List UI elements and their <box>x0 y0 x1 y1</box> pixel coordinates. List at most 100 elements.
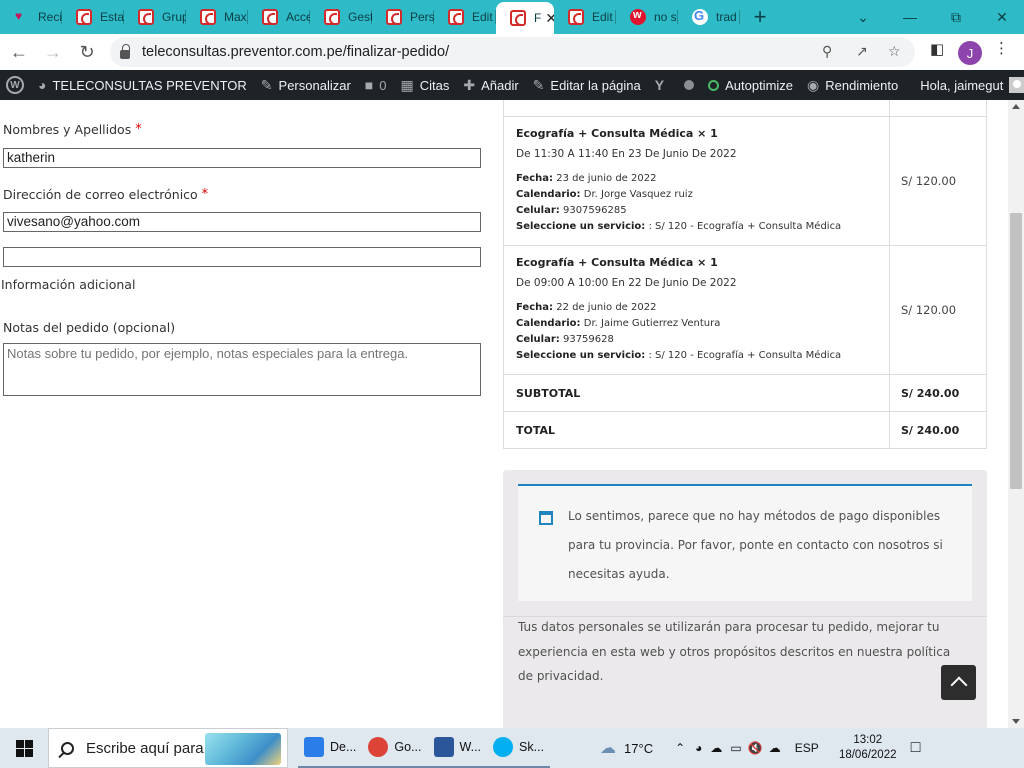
preventor-icon <box>510 10 526 26</box>
total-label: TOTAL <box>504 412 890 448</box>
meet-icon[interactable]: ◕ <box>695 741 702 755</box>
close-tab-icon[interactable]: ✕ <box>545 10 554 27</box>
browser-tab[interactable]: F ✕ <box>496 2 554 34</box>
search-icon <box>61 741 74 755</box>
taskbar-app[interactable]: Sk... <box>487 728 551 768</box>
chevron-up-icon[interactable]: ⌃ <box>675 741 685 755</box>
download-icon <box>304 737 324 757</box>
email-input[interactable]: vivesano@yahoo.com <box>3 212 481 232</box>
profile-avatar[interactable]: J <box>958 41 982 65</box>
wp-appointments[interactable]: ▦ Citas <box>394 70 457 100</box>
wp-autoptimize[interactable]: Autoptimize <box>701 70 800 100</box>
taskbar-clock[interactable]: 13:02 18/06/2022 <box>833 733 903 763</box>
taskbar-app-label: Sk... <box>519 740 545 754</box>
wp-site-name-label: TELECONSULTAS PREVENTOR <box>52 77 247 93</box>
taskbar-app[interactable]: De... <box>298 728 363 768</box>
email-label: Dirección de correo electrónico * <box>3 187 208 202</box>
side-panel-icon[interactable]: ◧ <box>930 40 944 58</box>
url-omnibox[interactable]: teleconsultas.preventor.com.pe/finalizar… <box>110 37 915 67</box>
clock-time: 13:02 <box>853 734 883 746</box>
wp-comments-count: 0 <box>379 77 387 93</box>
privacy-text: Tus datos personales se utilizarán para … <box>518 620 951 683</box>
taskbar-app[interactable]: W... <box>427 728 488 768</box>
wp-logo-menu[interactable]: W <box>0 70 31 100</box>
info-window-icon <box>539 511 553 525</box>
browser-tab-label: Acce <box>286 10 310 24</box>
wp-performance-label: Rendimiento <box>825 77 899 93</box>
taskbar-apps: De... Go... W... Sk... <box>298 728 551 768</box>
search-highlight-image <box>205 733 281 765</box>
browser-tab[interactable]: Edit <box>434 0 496 34</box>
scrollbar-thumb[interactable] <box>1010 213 1022 489</box>
zoom-icon[interactable]: ⚲ <box>822 43 832 60</box>
laptop-icon[interactable]: ▭ <box>730 741 741 755</box>
name-label: Nombres y Apellidos * <box>3 122 142 137</box>
wp-edit-page[interactable]: ✎ Editar la página <box>526 70 648 100</box>
browser-tab-label: Max <box>224 10 247 24</box>
wp-account[interactable]: Hola, jaimegut <box>913 70 1024 100</box>
start-button[interactable] <box>0 728 48 768</box>
scroll-up-icon[interactable] <box>1012 104 1020 109</box>
taskbar-search[interactable]: Escribe aquí para buscar <box>48 728 288 768</box>
wp-customize[interactable]: ✎ Personalizar <box>254 70 358 100</box>
wp-performance[interactable]: ◉ Rendimiento <box>800 70 905 100</box>
notifications-icon[interactable]: □ <box>911 739 921 757</box>
additional-info-title: Información adicional <box>1 277 136 292</box>
language-indicator[interactable]: ESP <box>795 741 819 755</box>
back-icon[interactable]: ← <box>4 37 34 67</box>
browser-tab[interactable]: Grup <box>124 0 186 34</box>
onedrive-cloud-icon[interactable]: ☁ <box>710 741 722 755</box>
wp-add-new[interactable]: ✚ Añadir <box>456 70 525 100</box>
browser-tab[interactable]: Pers <box>372 0 434 34</box>
wp-site-name[interactable]: ◕ TELECONSULTAS PREVENTOR <box>31 70 254 100</box>
weather-cloud-icon[interactable]: ☁ <box>600 738 616 758</box>
url-text[interactable]: teleconsultas.preventor.com.pe/finalizar… <box>142 44 449 60</box>
new-tab-button[interactable]: + <box>740 0 780 34</box>
forward-icon[interactable]: → <box>38 37 68 67</box>
browser-tab-strip: RecitEstaGrupMaxAcceGestPersEditF✕Editno… <box>0 0 1024 34</box>
wp-comments[interactable]: ■ 0 <box>358 70 394 100</box>
name-input[interactable]: katherin <box>3 148 481 168</box>
meta-servicio: Seleccione un servicio: : S/ 120 - Ecogr… <box>516 349 877 362</box>
minimize-icon[interactable]: — <box>887 0 933 34</box>
order-notes-textarea[interactable] <box>3 343 481 396</box>
order-items: Ecografía + Consulta Médica × 1 De 11:30 … <box>504 116 986 374</box>
total-value: S/ 240.00 <box>901 423 960 437</box>
wp-status-dot[interactable] <box>677 70 701 100</box>
scroll-down-icon[interactable] <box>1012 719 1020 724</box>
taskbar-app-label: De... <box>330 740 357 754</box>
taskbar-app-label: Go... <box>394 740 422 754</box>
email-label-text: Dirección de correo electrónico <box>3 187 198 202</box>
restore-icon[interactable]: ⧉ <box>933 0 979 34</box>
browser-tab[interactable]: Max <box>186 0 248 34</box>
extra-input[interactable] <box>3 247 481 267</box>
meta-celular: Celular: 93759628 <box>516 333 877 346</box>
calendar-icon: ▦ <box>400 76 414 93</box>
page-scrollbar[interactable] <box>1008 100 1024 728</box>
browser-tab[interactable]: trad <box>678 0 740 34</box>
browser-tab[interactable]: Acce <box>248 0 310 34</box>
scroll-to-top-button[interactable] <box>941 665 976 700</box>
close-window-icon[interactable]: ✕ <box>979 0 1024 34</box>
cloud-sync-icon[interactable]: ☁ <box>769 741 781 755</box>
temperature[interactable]: 17°C <box>624 741 653 756</box>
meta-calendario: Calendario: Dr. Jaime Gutierrez Ventura <box>516 317 877 330</box>
google-icon <box>692 8 708 25</box>
taskbar-app[interactable]: Go... <box>362 728 428 768</box>
browser-tab[interactable]: Esta <box>62 0 124 34</box>
menu-kebab-icon[interactable]: ⋮ <box>994 39 1009 57</box>
appointment-time: De 09:00 A 10:00 En 22 De Junio De 2022 <box>516 277 737 289</box>
browser-tab[interactable]: no s <box>616 0 678 34</box>
tab-search-icon[interactable]: ⌄ <box>840 0 886 34</box>
reload-icon[interactable]: ↻ <box>72 37 102 67</box>
bookmark-star-icon[interactable]: ☆ <box>888 43 901 60</box>
browser-tab[interactable]: Recit <box>0 0 62 34</box>
wp-yoast[interactable]: Y <box>648 70 677 100</box>
browser-tab[interactable]: Edit <box>554 0 616 34</box>
brush-icon: ✎ <box>260 76 273 93</box>
browser-tab[interactable]: Gest <box>310 0 372 34</box>
mute-icon[interactable]: 🔇 <box>748 741 763 755</box>
lock-icon[interactable] <box>120 43 130 59</box>
wp-appointments-label: Citas <box>419 77 450 93</box>
share-icon[interactable]: ↗ <box>856 43 868 60</box>
